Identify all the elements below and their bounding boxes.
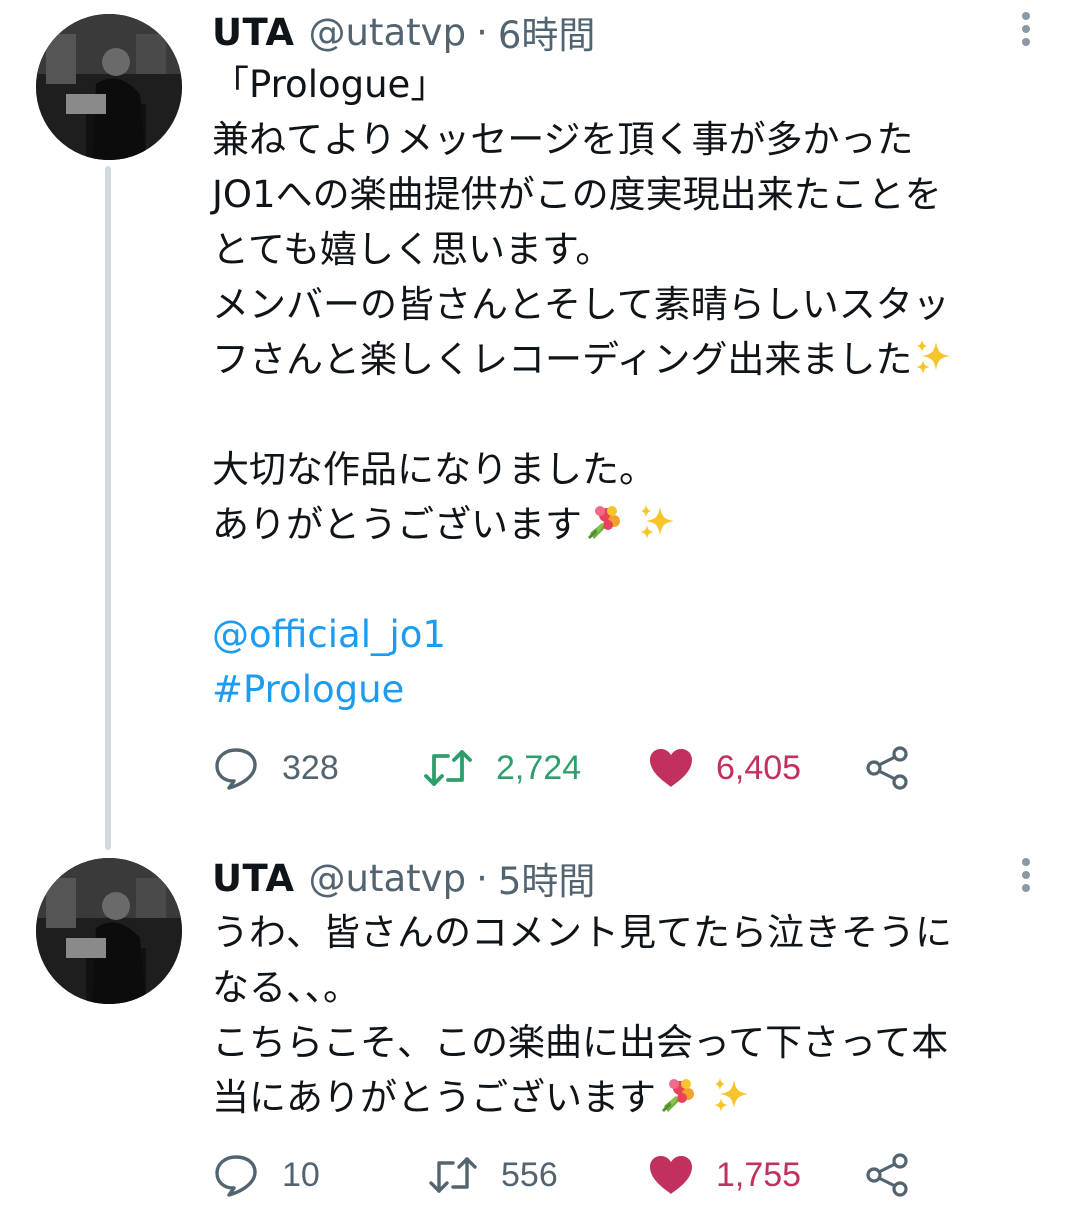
tweet-text: 「Prologue」 兼ねてよりメッセージを頂く事が多かった JO1への楽曲提供… [212, 57, 1042, 717]
like-button[interactable]: 1,755 [648, 1145, 801, 1205]
heart-icon [650, 749, 692, 787]
share-button[interactable] [864, 738, 910, 798]
text-line: 当にありがとうございます [212, 1076, 656, 1119]
like-button[interactable]: 6,405 [648, 738, 801, 798]
timestamp[interactable]: 5時間 [498, 851, 596, 905]
hashtag-link[interactable]: #Prologue [212, 662, 1042, 717]
separator: · [476, 856, 488, 900]
timestamp[interactable]: 6時間 [498, 5, 596, 59]
reply-bubble-icon [215, 1155, 257, 1197]
text-line-with-emoji: ありがとうございます [212, 497, 1042, 552]
retweet-icon [429, 1157, 477, 1193]
text-line: 大切な作品になりました。 [212, 448, 656, 491]
tweet-header: UTA @utatvp · 6時間 [212, 2, 595, 62]
text-line: なる、、。 [212, 966, 360, 1009]
reply-count: 328 [282, 748, 339, 787]
reply-bubble-icon [215, 748, 257, 790]
retweet-count: 556 [501, 1155, 558, 1194]
text-line: メンバーの皆さんとそして素晴らしいスタッ [212, 283, 950, 326]
text-line: 「Prologue」 [212, 63, 448, 106]
heart-icon [650, 1156, 692, 1194]
more-vertical-icon[interactable] [1018, 8, 1034, 58]
avatar[interactable] [36, 14, 182, 160]
retweet-count: 2,724 [496, 748, 582, 787]
share-icon [866, 746, 908, 790]
author-name[interactable]: UTA [212, 11, 295, 54]
author-name[interactable]: UTA [212, 857, 295, 900]
thread-line [105, 166, 111, 850]
share-button[interactable] [864, 1145, 910, 1205]
retweet-button[interactable]: 556 [427, 1145, 558, 1205]
tweet-header: UTA @utatvp · 5時間 [212, 848, 595, 908]
action-bar: 10 556 1,755 [212, 1145, 932, 1205]
sparkles-emoji [914, 338, 954, 378]
avatar[interactable] [36, 858, 182, 1004]
reply-button[interactable]: 10 [212, 1145, 320, 1205]
text-line: うわ、皆さんのコメント見てたら泣きそうに [212, 911, 952, 954]
separator: · [476, 10, 488, 54]
tweet[interactable]: UTA @utatvp · 6時間 「Prologue」 兼ねてよりメッセージを… [0, 0, 1080, 850]
action-bar: 328 2,724 6,405 [212, 738, 932, 798]
reply-button[interactable]: 328 [212, 738, 339, 798]
retweet-icon [424, 750, 472, 786]
share-icon [866, 1153, 908, 1197]
text-line: ありがとうございます [212, 503, 582, 546]
like-count: 6,405 [716, 748, 802, 787]
reply-count: 10 [282, 1155, 320, 1194]
retweet-button[interactable]: 2,724 [422, 738, 581, 798]
author-handle[interactable]: @utatvp [309, 857, 467, 900]
tweet-text: うわ、皆さんのコメント見てたら泣きそうに なる、、。 こちらこそ、この楽曲に出会… [212, 905, 1042, 1125]
text-line: 兼ねてよりメッセージを頂く事が多かった [212, 118, 914, 161]
sparkles-emoji [638, 503, 678, 543]
mention-link[interactable]: @official_jo1 [212, 607, 1042, 662]
text-line: フさんと楽しくレコーディング出来ました [212, 338, 913, 381]
text-line-with-emoji: フさんと楽しくレコーディング出来ました [212, 332, 1042, 387]
author-handle[interactable]: @utatvp [309, 11, 467, 54]
sparkles-emoji [712, 1076, 752, 1116]
text-line-with-emoji: 当にありがとうございます [212, 1070, 1042, 1125]
text-line: こちらこそ、この楽曲に出会って下さって本 [212, 1021, 949, 1064]
text-line: JO1への楽曲提供がこの度実現出来たことを [212, 173, 942, 216]
tweet[interactable]: UTA @utatvp · 5時間 うわ、皆さんのコメント見てたら泣きそうに な… [0, 840, 1080, 1220]
like-count: 1,755 [716, 1155, 802, 1194]
bouquet-emoji [584, 503, 624, 543]
text-line: とても嬉しく思います。 [212, 228, 613, 271]
bouquet-emoji [658, 1076, 698, 1116]
more-vertical-icon[interactable] [1018, 854, 1034, 904]
